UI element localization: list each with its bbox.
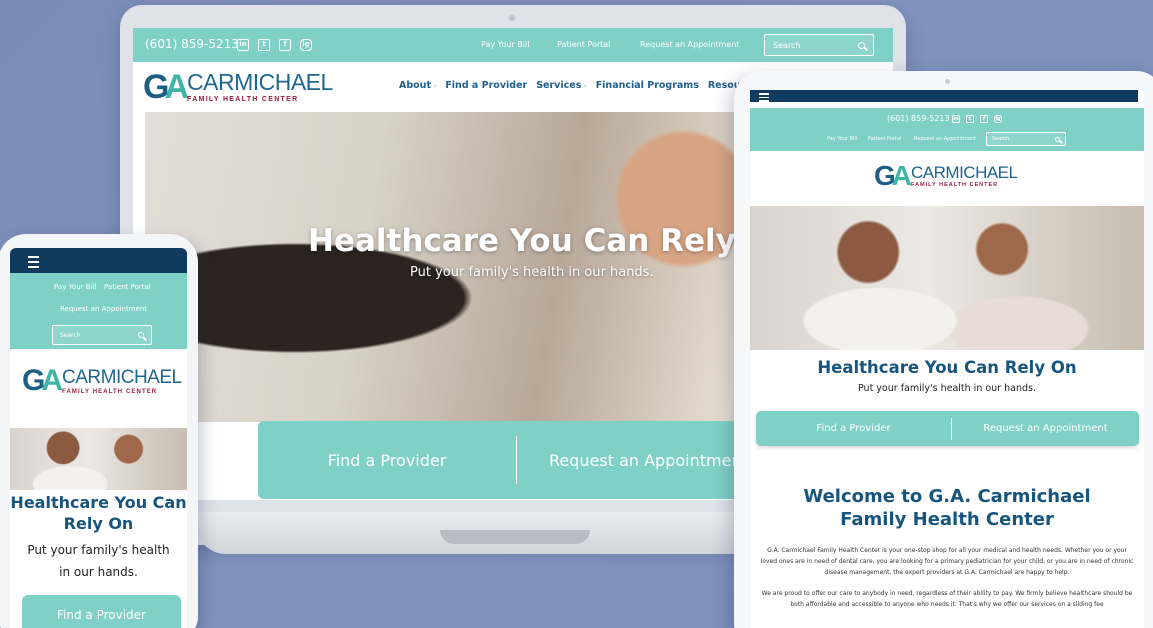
laptop-notch xyxy=(440,530,590,544)
search-placeholder: Search xyxy=(773,40,801,50)
hero-subtitle: Put your family's health in our hands. xyxy=(410,265,654,280)
search-input[interactable]: Search xyxy=(986,132,1066,146)
facebook-icon[interactable]: f xyxy=(279,39,291,51)
logo-mark: GA xyxy=(874,160,912,191)
logo-tagline: FAMILY HEALTH CENTER xyxy=(911,181,999,188)
search-icon[interactable] xyxy=(1055,136,1060,142)
social-links: in t f ig xyxy=(952,115,1002,123)
logo-name: CARMICHAEL xyxy=(62,366,182,388)
hero-image xyxy=(750,206,1144,350)
search-placeholder: Search xyxy=(60,331,81,339)
hero-title: Healthcare You Can Rely On xyxy=(308,223,796,259)
nav-find-provider[interactable]: Find a Provider xyxy=(445,80,527,91)
hero-image xyxy=(10,428,187,490)
search-input[interactable]: Search xyxy=(52,325,152,345)
patient-portal-link[interactable]: Patient Portal xyxy=(557,40,610,49)
nav-services[interactable]: Services ‹ xyxy=(536,80,586,91)
logo-name: CARMICHAEL xyxy=(911,162,1018,182)
phone-screen: Pay Your Bill Patient Portal Request an … xyxy=(10,248,187,628)
find-provider-button[interactable]: Find a Provider xyxy=(22,595,181,628)
instagram-icon[interactable]: ig xyxy=(300,39,312,51)
hero-title: Healthcare You Can Rely On xyxy=(817,358,1077,377)
twitter-icon[interactable]: t xyxy=(258,39,270,51)
nav-about[interactable]: About ‹ xyxy=(399,80,436,91)
logo-name: CARMICHAEL xyxy=(187,69,333,95)
welcome-paragraph-2: We are proud to offer our care to anybod… xyxy=(761,590,1133,608)
laptop-camera xyxy=(509,15,515,21)
search-icon[interactable] xyxy=(858,41,865,49)
request-appointment-link[interactable]: Request an Appointment xyxy=(640,40,739,49)
request-appointment-link[interactable]: Request an Appointment xyxy=(60,305,147,313)
search-input[interactable]: Search xyxy=(764,34,874,56)
logo-mark: GA xyxy=(143,68,189,106)
search-placeholder: Search xyxy=(992,136,1010,142)
linkedin-icon[interactable]: in xyxy=(237,39,249,51)
nav-financial-programs[interactable]: Financial Programs xyxy=(596,80,699,91)
facebook-icon[interactable]: f xyxy=(980,115,988,123)
instagram-icon[interactable]: ig xyxy=(994,115,1002,123)
pay-bill-link[interactable]: Pay Your Bill xyxy=(54,283,96,291)
welcome-heading: Welcome to G.A. Carmichael Family Health… xyxy=(803,486,1091,530)
logo-tagline: FAMILY HEALTH CENTER xyxy=(62,388,158,395)
hero-subtitle: Put your family's health in our hands. xyxy=(857,383,1036,394)
main-nav: About ‹ Find a Provider Services ‹ Finan… xyxy=(399,80,784,91)
patient-portal-link[interactable]: Patient Portal xyxy=(104,283,151,291)
site-logo[interactable]: GA CARMICHAEL FAMILY HEALTH CENTER xyxy=(874,160,1018,191)
request-appointment-button[interactable]: Request an Appointment xyxy=(952,423,1139,434)
find-provider-button[interactable]: Find a Provider xyxy=(258,451,516,470)
site-logo[interactable]: GA CARMICHAEL FAMILY HEALTH CENTER xyxy=(143,70,333,104)
hamburger-menu-icon[interactable] xyxy=(28,256,39,268)
social-links: in t f ig xyxy=(237,39,312,51)
phone-number[interactable]: (601) 859-5213 xyxy=(887,114,950,123)
tablet-nav-bar xyxy=(750,90,1138,102)
phone-top-bar: Pay Your Bill Patient Portal Request an … xyxy=(10,273,187,349)
tablet-camera xyxy=(945,79,950,84)
tablet-screen: (601) 859-5213 in t f ig Pay Your Bill P… xyxy=(750,90,1144,628)
cta-bar: Find a Provider Request an Appointment xyxy=(756,411,1139,446)
pay-bill-link[interactable]: Pay Your Bill xyxy=(827,136,857,142)
logo-tagline: FAMILY HEALTH CENTER xyxy=(187,96,299,103)
patient-portal-link[interactable]: Patient Portal xyxy=(868,136,901,142)
chevron-down-icon: ‹ xyxy=(430,82,437,90)
welcome-paragraph-1: G.A. Carmichael Family Health Center is … xyxy=(760,547,1134,576)
find-provider-button[interactable]: Find a Provider xyxy=(756,423,951,434)
site-logo[interactable]: GA CARMICHAEL FAMILY HEALTH CENTER xyxy=(22,366,182,396)
phone-number[interactable]: (601) 859-5213 xyxy=(145,37,239,51)
phone-nav-bar xyxy=(10,248,187,273)
search-icon[interactable] xyxy=(138,332,144,338)
tablet-top-bar: (601) 859-5213 in t f ig Pay Your Bill P… xyxy=(750,108,1144,151)
twitter-icon[interactable]: t xyxy=(966,115,974,123)
logo-mark: GA xyxy=(22,364,63,397)
linkedin-icon[interactable]: in xyxy=(952,115,960,123)
desktop-top-bar: (601) 859-5213 in t f ig Pay Your Bill P… xyxy=(133,28,893,62)
pay-bill-link[interactable]: Pay Your Bill xyxy=(481,40,529,49)
hero-title: Healthcare You Can Rely On xyxy=(10,493,187,533)
request-appointment-link[interactable]: Request an Appointment xyxy=(914,136,976,142)
hamburger-menu-icon[interactable] xyxy=(759,93,769,102)
request-appointment-button[interactable]: Request an Appointment xyxy=(517,451,748,470)
hero-subtitle: Put your family's health in our hands. xyxy=(27,543,170,579)
chevron-down-icon: ‹ xyxy=(581,82,587,90)
